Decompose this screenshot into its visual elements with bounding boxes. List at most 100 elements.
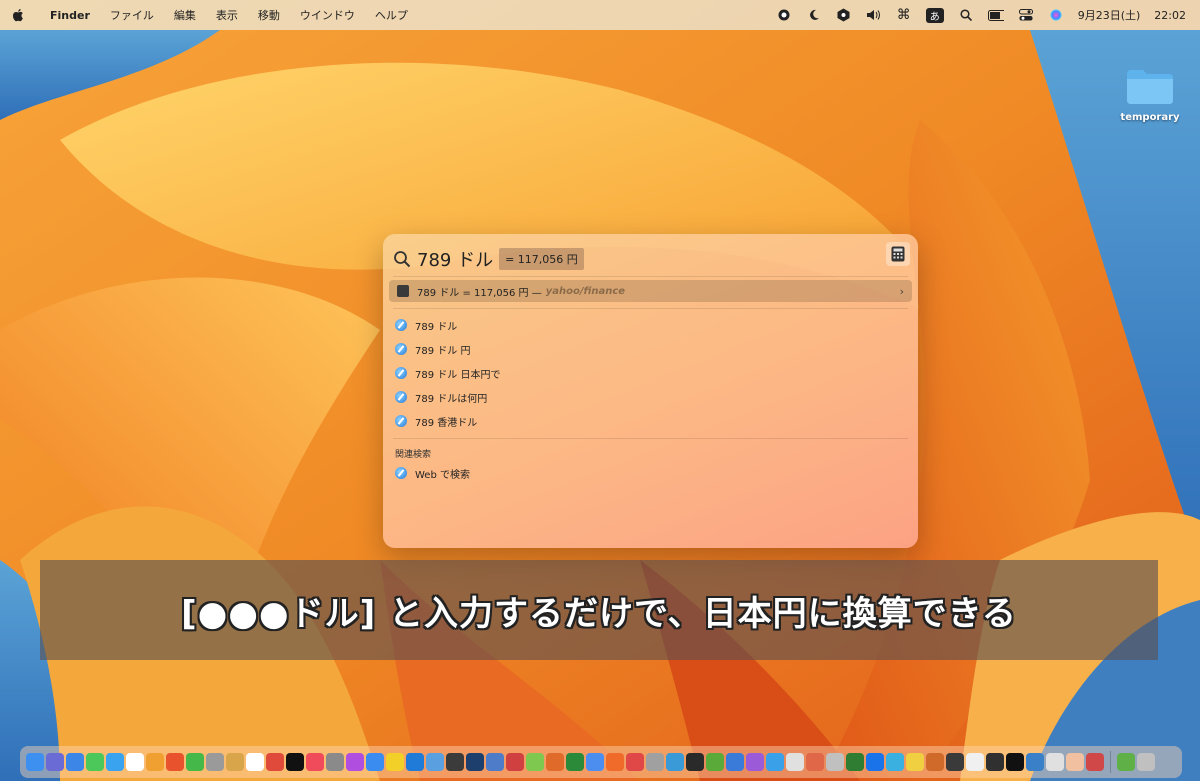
apple-icon[interactable] (12, 7, 26, 23)
dock-separator (1110, 751, 1111, 773)
spotlight-query[interactable]: 789 ドル (417, 246, 493, 272)
dock-app-icon[interactable] (206, 753, 224, 771)
dock-app-icon[interactable] (1006, 753, 1024, 771)
suggestion-label: 789 ドル 日本円で (415, 369, 501, 381)
input-method-indicator[interactable]: あ (925, 7, 944, 23)
app-name[interactable]: Finder (40, 9, 100, 22)
dock-app-icon[interactable] (706, 753, 724, 771)
dock-app-icon[interactable] (226, 753, 244, 771)
dock-app-icon[interactable] (386, 753, 404, 771)
dock (20, 746, 1182, 778)
dock-app-icon[interactable] (566, 753, 584, 771)
dock-app-icon[interactable] (1066, 753, 1084, 771)
hex-icon[interactable] (836, 7, 852, 23)
dock-app-icon[interactable] (286, 753, 304, 771)
dock-app-icon[interactable] (486, 753, 504, 771)
command-icon[interactable]: ⌘ (896, 7, 912, 23)
dock-app-icon[interactable] (326, 753, 344, 771)
search-icon[interactable] (958, 7, 974, 23)
menu-view[interactable]: 表示 (206, 7, 248, 23)
record-icon[interactable] (776, 7, 792, 23)
suggestion-row[interactable]: 789 ドル 円 (395, 339, 470, 359)
safari-icon (395, 391, 407, 403)
dock-app-icon[interactable] (586, 753, 604, 771)
dock-app-icon[interactable] (306, 753, 324, 771)
suggestion-row[interactable]: 789 ドル 日本円で (395, 363, 500, 383)
volume-icon[interactable] (866, 7, 882, 23)
suggestion-label: 789 香港ドル (415, 417, 478, 429)
dock-app-icon[interactable] (1117, 753, 1135, 771)
control-center-icon[interactable] (1018, 7, 1034, 23)
suggestion-label: 789 ドル (415, 321, 458, 333)
dock-app-icon[interactable] (826, 753, 844, 771)
menu-file[interactable]: ファイル (100, 7, 164, 23)
dock-app-icon[interactable] (406, 753, 424, 771)
web-search-row[interactable]: Web で検索 (395, 463, 470, 483)
dock-app-icon[interactable] (786, 753, 804, 771)
dock-app-icon[interactable] (466, 753, 484, 771)
desktop-folder-temporary[interactable]: temporary (1110, 66, 1190, 123)
suggestion-row[interactable]: 789 ドルは何円 (395, 387, 487, 407)
dock-app-icon[interactable] (166, 753, 184, 771)
dock-app-icon[interactable] (846, 753, 864, 771)
dock-app-icon[interactable] (546, 753, 564, 771)
dock-app-icon[interactable] (806, 753, 824, 771)
calculator-icon[interactable] (886, 242, 910, 266)
dock-app-icon[interactable] (626, 753, 644, 771)
dock-app-icon[interactable] (126, 753, 144, 771)
menu-go[interactable]: 移動 (248, 7, 290, 23)
dock-app-icon[interactable] (966, 753, 984, 771)
dock-app-icon[interactable] (186, 753, 204, 771)
dock-app-icon[interactable] (866, 753, 884, 771)
dock-app-icon[interactable] (666, 753, 684, 771)
dock-app-icon[interactable] (526, 753, 544, 771)
dock-app-icon[interactable] (146, 753, 164, 771)
dock-app-icon[interactable] (886, 753, 904, 771)
dock-app-icon[interactable] (506, 753, 524, 771)
suggestion-row[interactable]: 789 ドル (395, 315, 457, 335)
dock-app-icon[interactable] (746, 753, 764, 771)
menu-edit[interactable]: 編集 (164, 7, 206, 23)
folder-label: temporary (1120, 112, 1180, 123)
dock-app-icon[interactable] (26, 753, 44, 771)
top-hit-text: 789 ドル = 117,056 円 — (417, 287, 542, 299)
dock-app-icon[interactable] (686, 753, 704, 771)
dock-app-icon[interactable] (1137, 753, 1155, 771)
dock-app-icon[interactable] (766, 753, 784, 771)
menu-date[interactable]: 9月23日(土) (1078, 7, 1141, 23)
dock-app-icon[interactable] (1046, 753, 1064, 771)
dock-app-icon[interactable] (726, 753, 744, 771)
dock-app-icon[interactable] (926, 753, 944, 771)
dock-app-icon[interactable] (946, 753, 964, 771)
menu-time[interactable]: 22:02 (1154, 9, 1186, 22)
dock-app-icon[interactable] (1026, 753, 1044, 771)
subtitle-text: [●●●ドル] と入力するだけで、日本円に換算できる (181, 593, 1017, 634)
chevron-right-icon: › (899, 284, 904, 298)
top-hit-row[interactable]: 789 ドル = 117,056 円 — yahoo/finance › (389, 280, 912, 302)
dock-app-icon[interactable] (266, 753, 284, 771)
dock-app-icon[interactable] (646, 753, 664, 771)
battery-icon[interactable] (987, 7, 1004, 23)
spotlight-panel: 789 ドル = 117,056 円 789 ドル = 117,056 円 — … (383, 234, 918, 548)
dock-app-icon[interactable] (986, 753, 1004, 771)
menu-window[interactable]: ウインドウ (290, 7, 365, 23)
dock-app-icon[interactable] (446, 753, 464, 771)
dock-app-icon[interactable] (366, 753, 384, 771)
dock-app-icon[interactable] (426, 753, 444, 771)
siri-icon[interactable] (1048, 7, 1064, 23)
top-hit-source: yahoo/finance (545, 285, 626, 297)
dock-app-icon[interactable] (606, 753, 624, 771)
dock-app-icon[interactable] (86, 753, 104, 771)
subtitle-caption: [●●●ドル] と入力するだけで、日本円に換算できる (40, 560, 1158, 660)
dock-app-icon[interactable] (246, 753, 264, 771)
dock-app-icon[interactable] (1086, 753, 1104, 771)
dock-app-icon[interactable] (106, 753, 124, 771)
dock-app-icon[interactable] (46, 753, 64, 771)
menu-help[interactable]: ヘルプ (365, 7, 418, 23)
spotlight-search-field[interactable]: 789 ドル = 117,056 円 (393, 244, 908, 274)
suggestion-row[interactable]: 789 香港ドル (395, 411, 477, 431)
dock-app-icon[interactable] (906, 753, 924, 771)
dock-app-icon[interactable] (346, 753, 364, 771)
moon-icon[interactable] (806, 7, 822, 23)
dock-app-icon[interactable] (66, 753, 84, 771)
